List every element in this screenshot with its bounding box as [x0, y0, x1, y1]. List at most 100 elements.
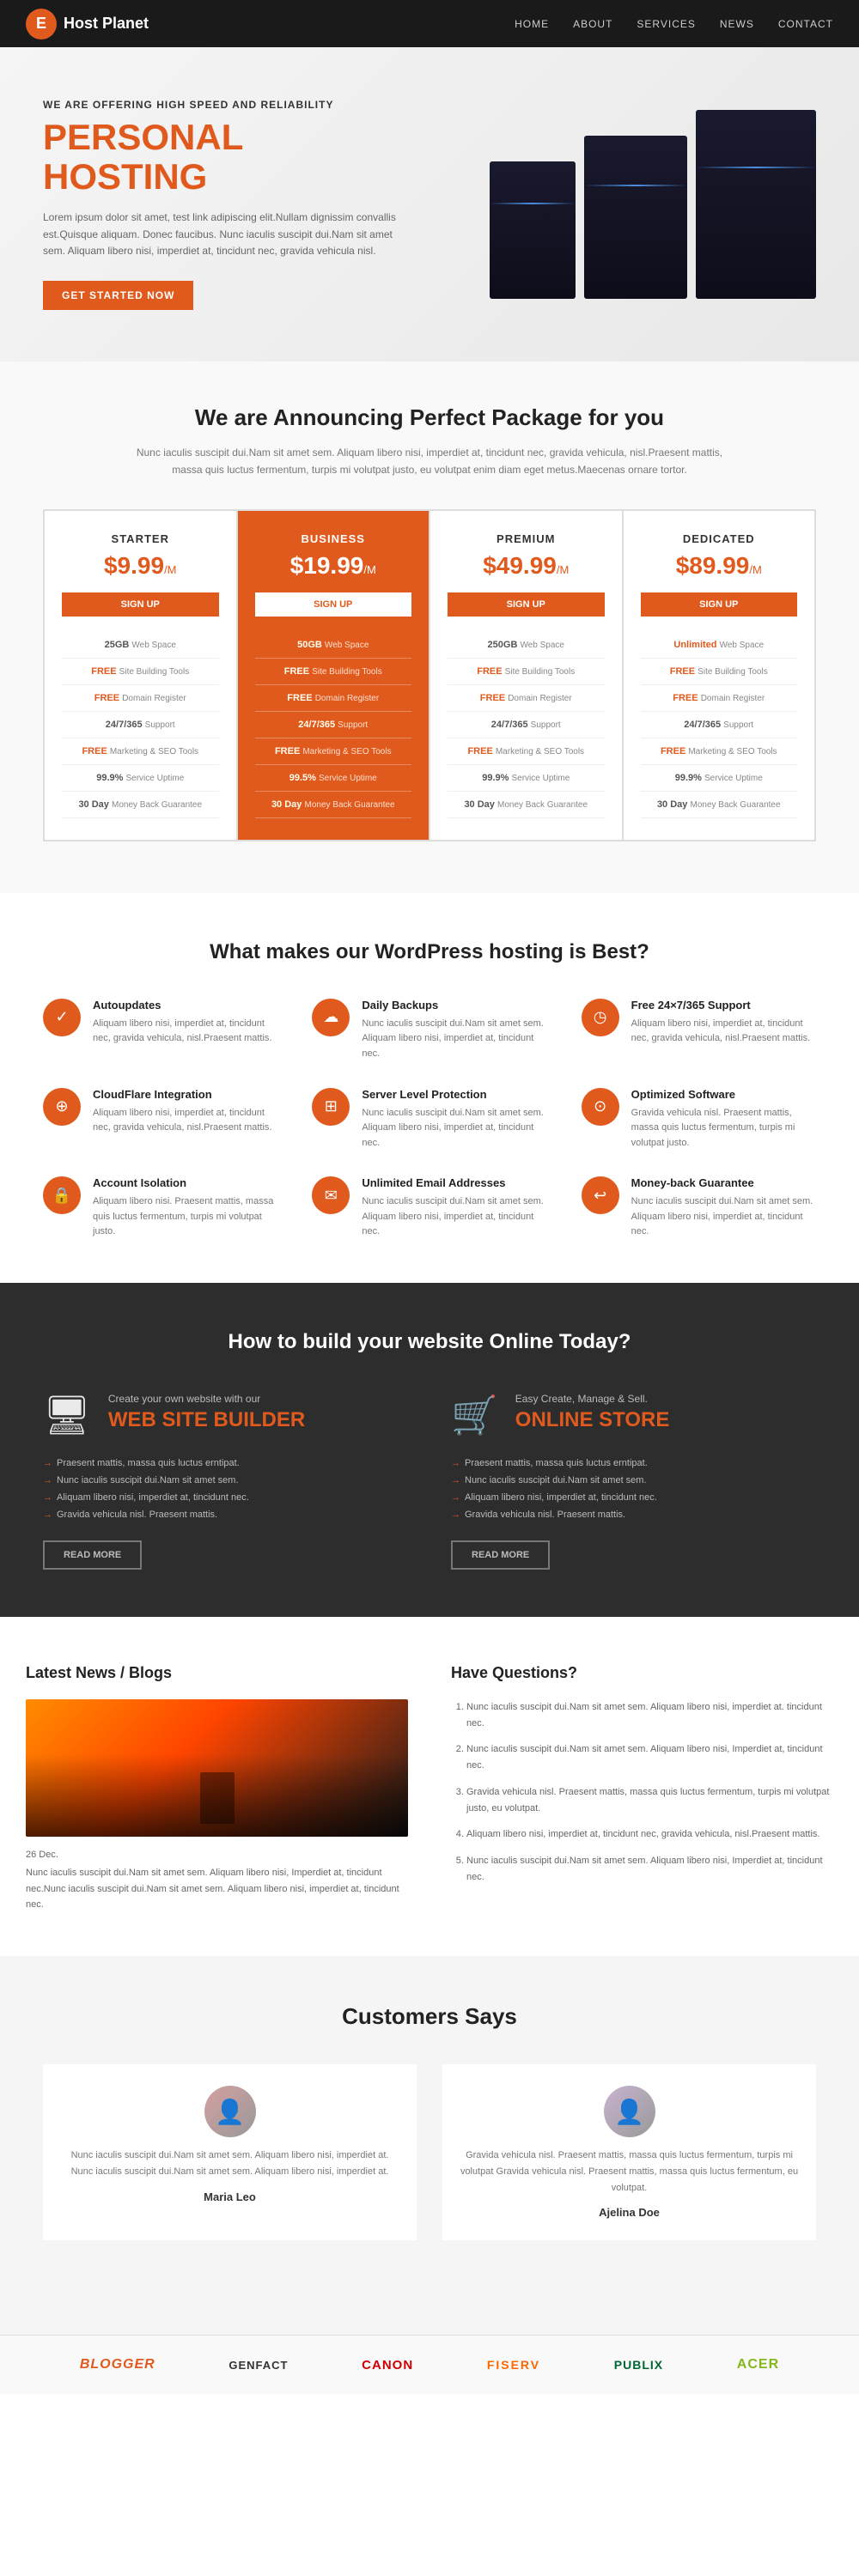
feature-title-6: Account Isolation: [93, 1176, 277, 1189]
faq-item-0: Nunc iaculis suscipit dui.Nam sit amet s…: [466, 1699, 833, 1731]
feature-item-3: ⊕ CloudFlare Integration Aliquam libero …: [43, 1088, 277, 1151]
pricing-grid: STARTER $9.99/M SIGN UP 25GB Web Space F…: [43, 509, 816, 841]
server-tower-large: [696, 110, 816, 299]
nav-links: HOME ABOUT SERVICES NEWS CONTACT: [515, 17, 833, 30]
pricing-feature: FREE Domain Register: [641, 685, 798, 712]
feature-item-6: 🔒 Account Isolation Aliquam libero nisi.…: [43, 1176, 277, 1240]
build-list-item: Gravida vehicula nisl. Praesent mattis.: [43, 1506, 408, 1523]
nav-news[interactable]: NEWS: [720, 17, 754, 30]
pricing-feature: FREE Marketing & SEO Tools: [62, 738, 219, 765]
pricing-feature: 25GB Web Space: [62, 632, 219, 659]
testimonial-card-0: 👤 Nunc iaculis suscipit dui.Nam sit amet…: [43, 2064, 417, 2240]
nav-contact[interactable]: CONTACT: [778, 17, 833, 30]
feature-icon-2: ◷: [582, 999, 619, 1036]
hero-description: Lorem ipsum dolor sit amet, test link ad…: [43, 210, 404, 259]
pricing-feature: FREE Domain Register: [448, 685, 605, 712]
testimonials-grid: 👤 Nunc iaculis suscipit dui.Nam sit amet…: [43, 2064, 816, 2240]
build-col-0: 🖥 Create your own website with our WEB S…: [43, 1393, 408, 1570]
build-list-item: Aliquam libero nisi, imperdiet at, tinci…: [43, 1489, 408, 1506]
logo-text: Host Planet: [64, 15, 149, 33]
wp-title: What makes our WordPress hosting is Best…: [43, 940, 816, 964]
testimonial-text-0: Nunc iaculis suscipit dui.Nam sit amet s…: [60, 2148, 399, 2179]
build-pretitle-0: Create your own website with our: [108, 1393, 305, 1405]
nav-home[interactable]: HOME: [515, 17, 549, 30]
feature-desc-4: Nunc iaculis suscipit dui.Nam sit amet s…: [362, 1106, 546, 1151]
feature-text-4: Server Level Protection Nunc iaculis sus…: [362, 1088, 546, 1151]
plan-price: $9.99/M: [62, 552, 219, 580]
feature-title-7: Unlimited Email Addresses: [362, 1176, 546, 1189]
feature-icon-4: ⊞: [312, 1088, 350, 1126]
feature-icon-0: ✓: [43, 999, 81, 1036]
testimonials-section: Customers Says 👤 Nunc iaculis suscipit d…: [0, 1956, 859, 2335]
get-started-button[interactable]: GET STARTED NOW: [43, 281, 193, 310]
logo[interactable]: E Host Planet: [26, 9, 149, 39]
hero-section: WE ARE OFFERING HIGH SPEED AND RELIABILI…: [0, 47, 859, 361]
pricing-feature: 24/7/365 Support: [255, 712, 412, 738]
nav-about[interactable]: ABOUT: [573, 17, 612, 30]
pricing-feature: FREE Marketing & SEO Tools: [448, 738, 605, 765]
feature-icon-6: 🔒: [43, 1176, 81, 1214]
build-read-more-button-1[interactable]: READ MORE: [451, 1540, 550, 1570]
pricing-feature: FREE Site Building Tools: [62, 659, 219, 685]
feature-icon-7: ✉: [312, 1176, 350, 1214]
feature-title-4: Server Level Protection: [362, 1088, 546, 1101]
build-list-item: Nunc iaculis suscipit dui.Nam sit amet s…: [43, 1472, 408, 1489]
signup-button[interactable]: SIGN UP: [641, 592, 798, 617]
pricing-feature: 30 Day Money Back Guarantee: [641, 792, 798, 818]
feature-item-8: ↩ Money-back Guarantee Nunc iaculis susc…: [582, 1176, 816, 1240]
feature-text-3: CloudFlare Integration Aliquam libero ni…: [93, 1088, 277, 1151]
nav-services[interactable]: SERVICES: [637, 17, 695, 30]
feature-text-6: Account Isolation Aliquam libero nisi. P…: [93, 1176, 277, 1240]
pricing-feature: FREE Marketing & SEO Tools: [641, 738, 798, 765]
pricing-feature: 250GB Web Space: [448, 632, 605, 659]
feature-text-2: Free 24×7/365 Support Aliquam libero nis…: [631, 999, 816, 1062]
pricing-feature: FREE Site Building Tools: [448, 659, 605, 685]
pricing-feature: 24/7/365 Support: [62, 712, 219, 738]
feature-item-4: ⊞ Server Level Protection Nunc iaculis s…: [312, 1088, 546, 1151]
plan-features: 250GB Web Space FREE Site Building Tools…: [448, 632, 605, 818]
plan-features: Unlimited Web Space FREE Site Building T…: [641, 632, 798, 818]
signup-button[interactable]: SIGN UP: [255, 592, 412, 617]
testimonial-card-1: 👤 Gravida vehicula nisl. Praesent mattis…: [442, 2064, 816, 2240]
build-list-item: Nunc iaculis suscipit dui.Nam sit amet s…: [451, 1472, 816, 1489]
build-pretitle-1: Easy Create, Manage & Sell.: [515, 1393, 670, 1405]
testimonial-avatar-1: 👤: [604, 2086, 655, 2137]
pricing-feature: 24/7/365 Support: [641, 712, 798, 738]
server-tower-small: [490, 161, 576, 299]
feature-title-3: CloudFlare Integration: [93, 1088, 277, 1101]
pricing-feature: FREE Site Building Tools: [255, 659, 412, 685]
build-icon-row-1: 🛒 Easy Create, Manage & Sell. ONLINE STO…: [451, 1393, 816, 1437]
pricing-feature: 99.9% Service Uptime: [448, 765, 605, 792]
feature-icon-1: ☁: [312, 999, 350, 1036]
hero-content: WE ARE OFFERING HIGH SPEED AND RELIABILI…: [43, 99, 404, 310]
news-column: Latest News / Blogs 26 Dec. Nunc iaculis…: [26, 1664, 408, 1913]
build-col-title-1: ONLINE STORE: [515, 1409, 670, 1431]
hero-subtitle: WE ARE OFFERING HIGH SPEED AND RELIABILI…: [43, 99, 404, 111]
feature-item-1: ☁ Daily Backups Nunc iaculis suscipit du…: [312, 999, 546, 1062]
feature-title-5: Optimized Software: [631, 1088, 816, 1101]
logo-icon: E: [26, 9, 57, 39]
feature-icon-5: ⊙: [582, 1088, 619, 1126]
signup-button[interactable]: SIGN UP: [448, 592, 605, 617]
build-read-more-button-0[interactable]: READ MORE: [43, 1540, 142, 1570]
feature-desc-6: Aliquam libero nisi. Praesent mattis, ma…: [93, 1194, 277, 1240]
faq-item-3: Aliquam libero nisi, imperdiet at, tinci…: [466, 1826, 833, 1843]
feature-text-1: Daily Backups Nunc iaculis suscipit dui.…: [362, 999, 546, 1062]
pricing-feature: FREE Domain Register: [62, 685, 219, 712]
hero-title: PERSONAL HOSTING: [43, 118, 404, 197]
pricing-feature: 30 Day Money Back Guarantee: [62, 792, 219, 818]
news-excerpt: Nunc iaculis suscipit dui.Nam sit amet s…: [26, 1865, 408, 1913]
feature-text-8: Money-back Guarantee Nunc iaculis suscip…: [631, 1176, 816, 1240]
news-title: Latest News / Blogs: [26, 1664, 408, 1682]
build-list-item: Praesent mattis, massa quis luctus ernti…: [43, 1455, 408, 1472]
build-list-item: Aliquam libero nisi, imperdiet at, tinci…: [451, 1489, 816, 1506]
announce-title: We are Announcing Perfect Package for yo…: [43, 404, 816, 431]
pricing-feature: FREE Marketing & SEO Tools: [255, 738, 412, 765]
navbar: E Host Planet HOME ABOUT SERVICES NEWS C…: [0, 0, 859, 47]
faq-list: Nunc iaculis suscipit dui.Nam sit amet s…: [451, 1699, 833, 1885]
feature-desc-5: Gravida vehicula nisl. Praesent mattis, …: [631, 1106, 816, 1151]
feature-text-7: Unlimited Email Addresses Nunc iaculis s…: [362, 1176, 546, 1240]
feature-desc-1: Nunc iaculis suscipit dui.Nam sit amet s…: [362, 1017, 546, 1062]
feature-desc-0: Aliquam libero nisi, imperdiet at, tinci…: [93, 1017, 277, 1047]
signup-button[interactable]: SIGN UP: [62, 592, 219, 617]
